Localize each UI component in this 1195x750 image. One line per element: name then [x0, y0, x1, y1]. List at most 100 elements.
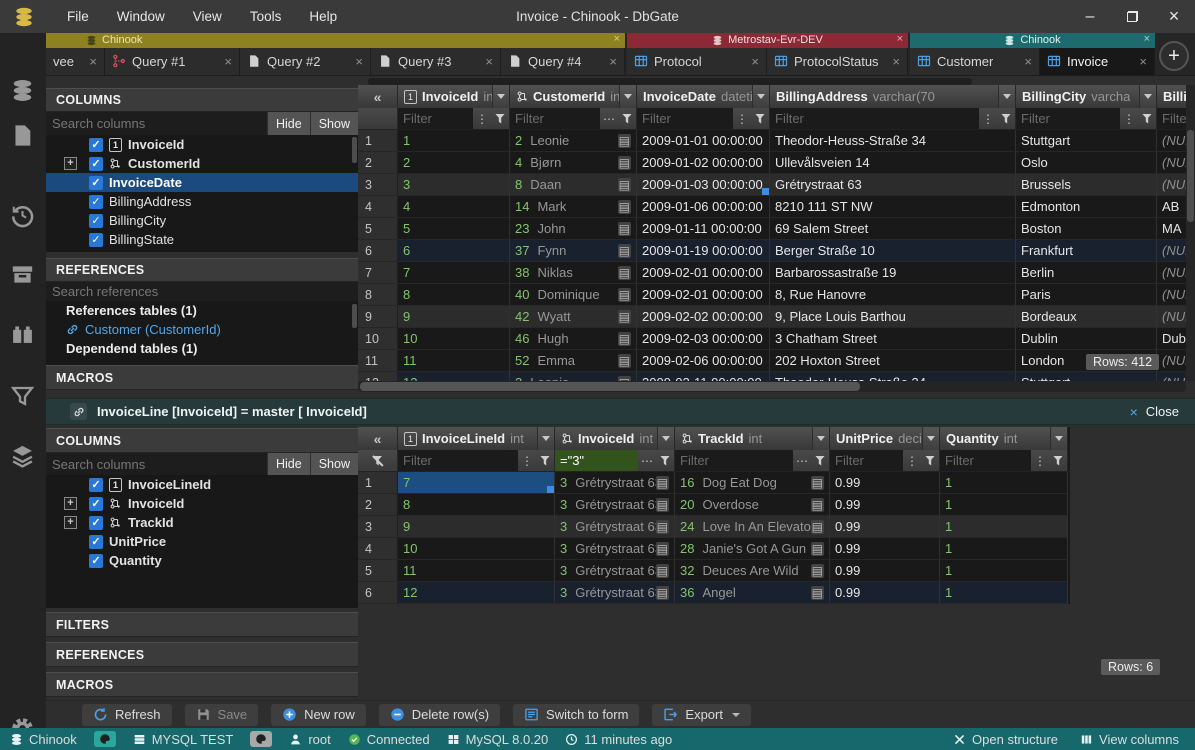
- cell-BillingAddress[interactable]: 8210 111 ST NW: [770, 196, 1016, 218]
- column-item-invoicelineid[interactable]: ✓1InvoiceLineId: [46, 475, 358, 494]
- vertical-scrollbar[interactable]: [1186, 85, 1195, 381]
- row-number[interactable]: 3: [358, 516, 398, 538]
- row-number[interactable]: 5: [358, 560, 398, 582]
- cell-Quantity[interactable]: 1: [940, 538, 1068, 560]
- cell-BillingState[interactable]: (NULL): [1157, 284, 1186, 306]
- cell-BillingAddress[interactable]: 3 Chatham Street: [770, 328, 1016, 350]
- cell-BillingCity[interactable]: Edmonton: [1016, 196, 1157, 218]
- cell-Quantity[interactable]: 1: [940, 472, 1068, 494]
- cell-InvoiceId[interactable]: 3: [398, 174, 510, 196]
- cell-CustomerId[interactable]: 40Dominique▤: [510, 284, 637, 306]
- cell-BillingAddress[interactable]: Theodor-Heuss-Straße 34: [770, 130, 1016, 152]
- close-tab-icon[interactable]: ×: [892, 54, 900, 69]
- filter-input-InvoiceDate[interactable]: [637, 108, 733, 129]
- filter-input-UnitPrice[interactable]: [830, 450, 903, 471]
- tab-scrollbar[interactable]: [368, 78, 972, 85]
- checkbox-checked[interactable]: ✓: [89, 554, 103, 568]
- close-group-icon[interactable]: ×: [614, 33, 620, 45]
- column-item-invoiceid[interactable]: ✓1InvoiceId: [46, 135, 358, 154]
- sidebar-archive-icon[interactable]: [10, 262, 35, 287]
- filter-menu-icon[interactable]: ⋮: [1120, 108, 1138, 129]
- document-preview-icon[interactable]: ▤: [656, 520, 669, 534]
- column-item-unitprice[interactable]: ✓UnitPrice: [46, 532, 358, 551]
- row-number[interactable]: 2: [358, 494, 398, 516]
- cell-InvoiceLineId[interactable]: 8: [398, 494, 555, 516]
- tab-query-4[interactable]: Query #4×: [501, 48, 625, 75]
- document-preview-icon[interactable]: ▤: [618, 178, 631, 192]
- cell-InvoiceDate[interactable]: 2009-02-11 00:00:00: [637, 372, 770, 381]
- filter-funnel-icon[interactable]: [491, 108, 509, 129]
- checkbox-checked[interactable]: ✓: [89, 497, 103, 511]
- open-structure-status-item[interactable]: Open structure: [953, 732, 1058, 747]
- switch-to-form-button[interactable]: Switch to form: [513, 704, 639, 726]
- filter-input-BillingAddress[interactable]: [770, 108, 979, 129]
- column-item-trackid[interactable]: +✓TrackId: [46, 513, 358, 532]
- row-number[interactable]: 6: [358, 582, 398, 604]
- filter-menu-icon[interactable]: ⋮: [733, 108, 751, 129]
- column-item-invoicedate[interactable]: ✓InvoiceDate: [46, 173, 358, 192]
- chinook-status-item[interactable]: Chinook: [10, 732, 77, 747]
- cell-InvoiceId[interactable]: 2: [398, 152, 510, 174]
- search-columns-input[interactable]: [46, 453, 267, 475]
- cell-BillingState[interactable]: MA: [1157, 218, 1186, 240]
- menu-tools[interactable]: Tools: [236, 0, 296, 33]
- filter-funnel-icon[interactable]: [751, 108, 769, 129]
- cell-BillingAddress[interactable]: 9, Place Louis Barthou: [770, 306, 1016, 328]
- cell-BillingCity[interactable]: Frankfurt: [1016, 240, 1157, 262]
- filter-funnel-icon[interactable]: [618, 108, 636, 129]
- save-button[interactable]: Save: [185, 704, 259, 726]
- sidebar-file-icon[interactable]: [10, 123, 35, 148]
- filter-funnel-icon[interactable]: [811, 450, 829, 471]
- scrollbar-thumb[interactable]: [1187, 130, 1194, 222]
- cell-InvoiceLineId[interactable]: 12: [398, 582, 555, 604]
- row-number[interactable]: 3: [358, 174, 398, 196]
- cell-TrackId[interactable]: 32Deuces Are Wild▤: [675, 560, 830, 582]
- filter-input-InvoiceLineId[interactable]: [398, 450, 518, 471]
- document-preview-icon[interactable]: ▤: [811, 498, 824, 512]
- root-status-item[interactable]: root: [289, 732, 330, 747]
- document-preview-icon[interactable]: ▤: [811, 564, 824, 578]
- cell-BillingAddress[interactable]: Barbarossastraße 19: [770, 262, 1016, 284]
- cell-TrackId[interactable]: 36Angel▤: [675, 582, 830, 604]
- horizontal-scrollbar[interactable]: [358, 381, 1186, 392]
- document-preview-icon[interactable]: ▤: [656, 564, 669, 578]
- connected-status-item[interactable]: Connected: [348, 732, 430, 747]
- cell-BillingCity[interactable]: Stuttgart: [1016, 372, 1157, 381]
- tree-scrollbar[interactable]: [352, 137, 357, 163]
- menu-view[interactable]: View: [179, 0, 236, 33]
- filter-input-TrackId[interactable]: [675, 450, 793, 471]
- document-preview-icon[interactable]: ▤: [618, 200, 631, 214]
- sidebar-history-icon[interactable]: [10, 203, 35, 228]
- cell-BillingCity[interactable]: Berlin: [1016, 262, 1157, 284]
- cell-BillingState[interactable]: (NULL): [1157, 152, 1186, 174]
- expander-icon[interactable]: +: [64, 516, 77, 529]
- row-number[interactable]: 5: [358, 218, 398, 240]
- row-number[interactable]: 9: [358, 306, 398, 328]
- cell-InvoiceId[interactable]: 3Grétrystraat 63▤: [555, 494, 675, 516]
- reference-link-customer[interactable]: Customer (CustomerId): [46, 320, 358, 339]
- cell-BillingState[interactable]: (NULL): [1157, 372, 1186, 381]
- cell-UnitPrice[interactable]: 0.99: [830, 472, 940, 494]
- cell-InvoiceDate[interactable]: 2009-01-02 00:00:00: [637, 152, 770, 174]
- column-menu-chevron-icon[interactable]: [619, 85, 636, 108]
- column-header-UnitPrice[interactable]: UnitPricedecim: [830, 427, 940, 450]
- cell-UnitPrice[interactable]: 0.99: [830, 516, 940, 538]
- filter-input-Quantity[interactable]: [940, 450, 1031, 471]
- cell-TrackId[interactable]: 16Dog Eat Dog▤: [675, 472, 830, 494]
- collapse-columns-button[interactable]: «: [358, 427, 398, 450]
- column-menu-chevron-icon[interactable]: [812, 427, 829, 450]
- column-menu-chevron-icon[interactable]: [1050, 427, 1067, 450]
- new-row-button[interactable]: New row: [271, 704, 366, 726]
- column-item-invoiceid[interactable]: +✓InvoiceId: [46, 494, 358, 513]
- cell-InvoiceId[interactable]: 3Grétrystraat 63▤: [555, 538, 675, 560]
- close-tab-icon[interactable]: ×: [224, 54, 232, 69]
- refresh-button[interactable]: Refresh: [82, 704, 172, 726]
- filter-input-BillingCity[interactable]: [1016, 108, 1120, 129]
- document-preview-icon[interactable]: ▤: [656, 542, 669, 556]
- document-preview-icon[interactable]: ▤: [811, 520, 824, 534]
- filter-menu-icon[interactable]: ⋯: [638, 450, 656, 471]
- panel-header-columns-detail[interactable]: COLUMNS: [46, 428, 358, 453]
- close-tab-icon[interactable]: ×: [751, 54, 759, 69]
- close-tab-icon[interactable]: ×: [609, 54, 617, 69]
- minimize-icon[interactable]: –: [1069, 0, 1111, 33]
